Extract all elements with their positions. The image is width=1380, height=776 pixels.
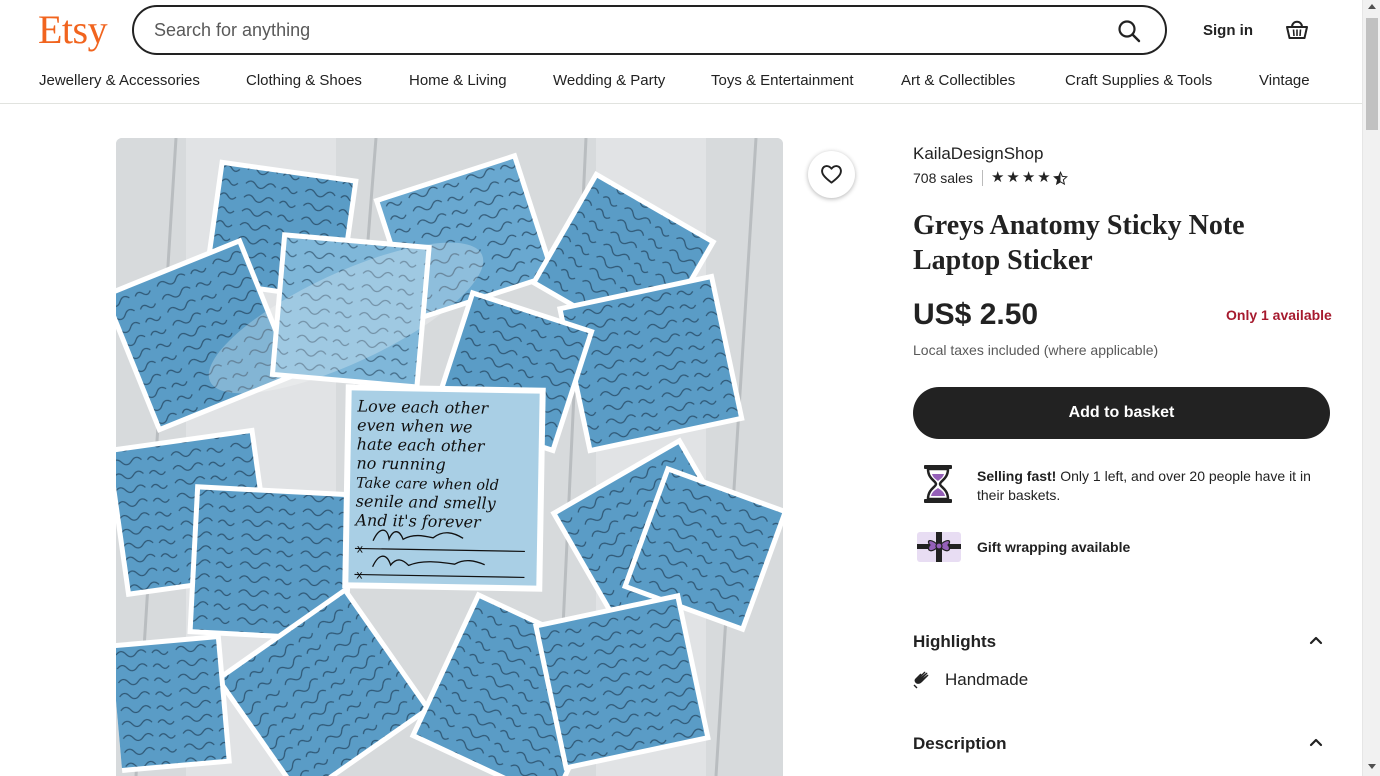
scroll-down-arrow[interactable]: [1368, 764, 1376, 769]
description-heading[interactable]: Description: [913, 734, 1007, 754]
sales-rating-row: 708 sales ★ ★ ★ ★: [913, 170, 1068, 186]
nav-wedding[interactable]: Wedding & Party: [553, 72, 665, 89]
star-icon: ★: [1006, 169, 1020, 186]
gift-wrapping-label: Gift wrapping available: [977, 539, 1131, 555]
stock-status: Only 1 available: [1226, 307, 1332, 323]
note-line-6: senile and smelly: [356, 491, 497, 512]
selling-fast-lead: Selling fast!: [977, 468, 1057, 484]
taxes-note: Local taxes included (where applicable): [913, 342, 1159, 358]
page-scrollbar[interactable]: [1362, 0, 1380, 776]
search-input[interactable]: [154, 20, 1094, 41]
star-icon: ★: [1037, 169, 1051, 186]
star-icon: ★: [990, 169, 1005, 186]
heart-icon: [821, 165, 842, 184]
gift-icon: [917, 532, 961, 562]
add-to-basket-button[interactable]: Add to basket: [913, 387, 1330, 439]
nav-art[interactable]: Art & Collectibles: [901, 72, 1015, 89]
selling-fast-notice: Selling fast! Only 1 left, and over 20 p…: [977, 467, 1337, 505]
sticker-photo: Love each other even when we hate each o…: [116, 138, 783, 776]
site-header: Etsy Sign in Jewellery & Accessories Clo…: [0, 0, 1362, 104]
basket-icon[interactable]: [1284, 16, 1310, 42]
divider: [981, 170, 983, 186]
star-icon: ★: [1021, 169, 1036, 186]
etsy-logo[interactable]: Etsy: [38, 6, 108, 53]
featured-sticker: Love each other even when we hate each o…: [342, 384, 546, 592]
nav-home-living[interactable]: Home & Living: [409, 72, 507, 89]
sign-in-link[interactable]: Sign in: [1203, 22, 1253, 39]
product-image[interactable]: Love each other even when we hate each o…: [116, 138, 783, 776]
scroll-up-arrow[interactable]: [1368, 4, 1376, 9]
nav-vintage[interactable]: Vintage: [1259, 72, 1310, 89]
sales-count: 708 sales: [913, 170, 973, 186]
highlight-handmade: Handmade: [913, 670, 1028, 690]
search-bar[interactable]: [132, 5, 1167, 55]
nav-clothing[interactable]: Clothing & Shoes: [246, 72, 362, 89]
scroll-thumb[interactable]: [1366, 18, 1378, 130]
note-line-1: Love each other: [356, 396, 489, 417]
hand-icon: [913, 671, 929, 689]
hourglass-icon: [924, 465, 952, 503]
svg-text:x: x: [357, 541, 363, 555]
category-nav: Jewellery & Accessories Clothing & Shoes…: [0, 72, 1362, 94]
highlights-heading[interactable]: Highlights: [913, 632, 996, 652]
nav-craft[interactable]: Craft Supplies & Tools: [1065, 72, 1212, 89]
search-icon[interactable]: [1117, 19, 1141, 43]
nav-toys[interactable]: Toys & Entertainment: [711, 72, 854, 89]
listing-price: US$ 2.50: [913, 298, 1039, 331]
chevron-up-icon[interactable]: [1309, 633, 1323, 647]
listing-title: Greys Anatomy Sticky Note Laptop Sticker: [913, 210, 1245, 276]
note-line-3: hate each other: [357, 434, 486, 455]
favorite-button[interactable]: [808, 151, 855, 198]
svg-text:x: x: [356, 567, 362, 581]
note-line-2: even when we: [357, 415, 473, 436]
highlight-handmade-text: Handmade: [945, 670, 1029, 689]
chevron-up-icon[interactable]: [1309, 735, 1323, 749]
note-line-4: no running: [356, 453, 446, 474]
half-star-icon: [1052, 171, 1068, 186]
note-line-7: And it's forever: [353, 510, 482, 531]
nav-jewellery[interactable]: Jewellery & Accessories: [39, 72, 200, 89]
shop-name-link[interactable]: KailaDesignShop: [913, 144, 1043, 164]
star-rating[interactable]: ★ ★ ★ ★: [991, 170, 1068, 186]
